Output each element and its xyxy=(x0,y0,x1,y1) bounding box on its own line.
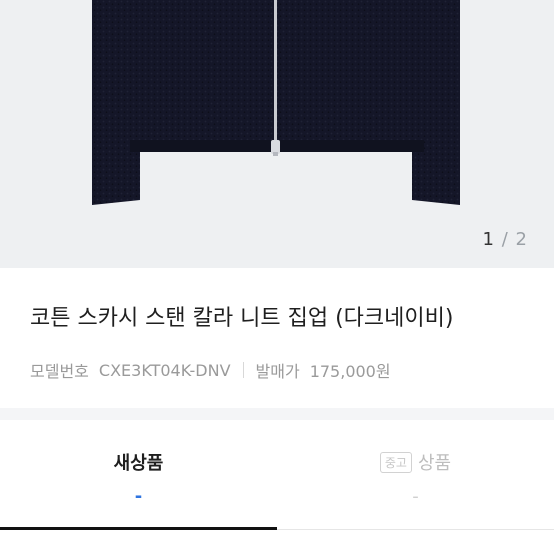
tab-used-product[interactable]: 중고 상품 - xyxy=(277,420,554,532)
inactive-tab-line xyxy=(277,529,554,530)
bottom-area xyxy=(0,532,554,554)
release-price-label: 발매가 xyxy=(255,362,300,381)
tab-new-product[interactable]: 새상품 - xyxy=(0,420,277,532)
gallery-current-page: 1 xyxy=(482,229,495,250)
gallery-separator: / xyxy=(501,229,509,250)
tab-used-product-price: - xyxy=(412,486,419,507)
meta-divider xyxy=(242,362,244,378)
active-tab-indicator xyxy=(0,527,277,530)
model-number-label: 모델번호 xyxy=(30,362,89,381)
release-price-value: 175,000원 xyxy=(309,362,391,381)
gallery-total-pages: 2 xyxy=(515,229,528,250)
product-title: 코튼 스카시 스탠 칼라 니트 집업 (다크네이비) xyxy=(30,306,454,331)
condition-tabs: 새상품 - 중고 상품 - xyxy=(0,420,554,532)
used-badge: 중고 xyxy=(379,452,412,473)
tab-new-product-label: 새상품 xyxy=(113,453,164,474)
tab-new-product-price: - xyxy=(134,486,143,507)
product-photo-knit-zip-up xyxy=(0,0,554,268)
product-image-gallery[interactable]: 1 / 2 xyxy=(0,0,554,268)
gallery-pager: 1 / 2 xyxy=(483,229,528,250)
tab-used-product-label: 상품 xyxy=(417,453,452,474)
section-divider xyxy=(0,408,554,420)
tab-used-product-label-wrap: 중고 상품 xyxy=(277,449,554,475)
product-meta: 모델번호 CXE3KT04K-DNV 발매가 175,000원 xyxy=(30,358,391,382)
model-number-value: CXE3KT04K-DNV xyxy=(98,360,231,380)
